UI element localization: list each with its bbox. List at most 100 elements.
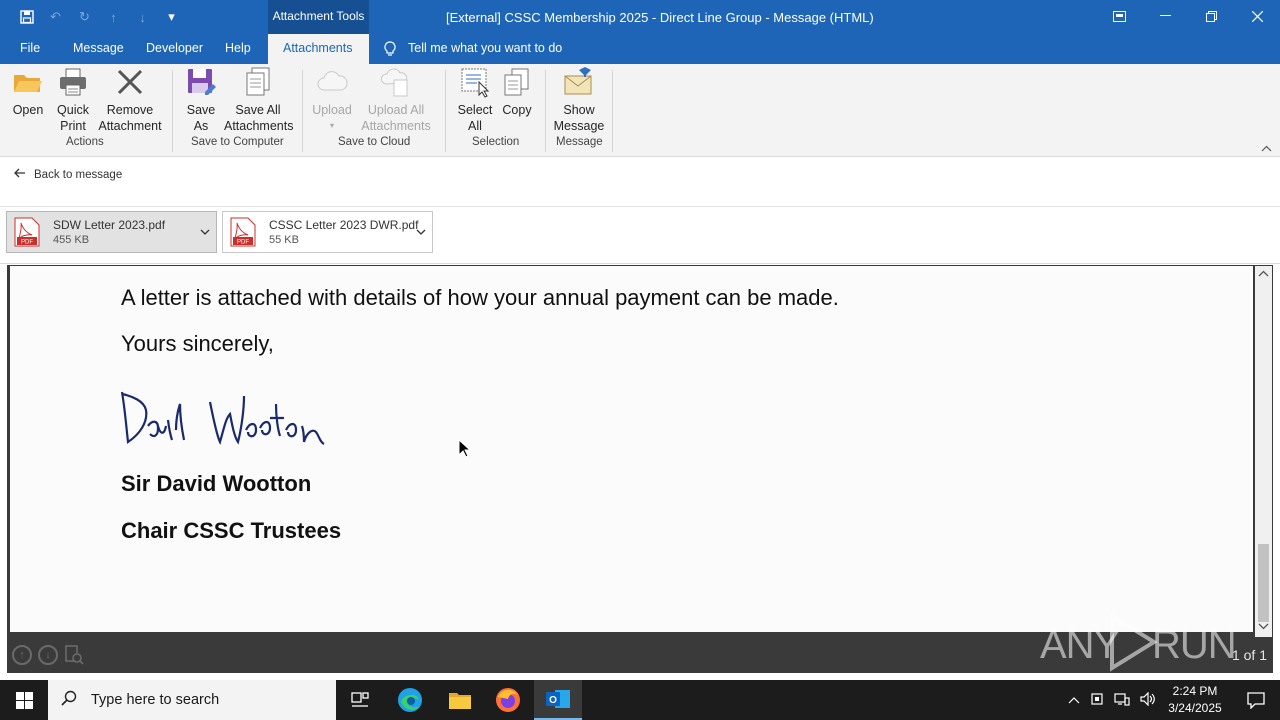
show-message-label-2: Message bbox=[553, 119, 605, 133]
previous-page-icon[interactable]: ↑ bbox=[12, 645, 32, 665]
show-hidden-icons-icon[interactable] bbox=[1068, 693, 1080, 707]
tab-file[interactable]: File bbox=[20, 34, 40, 64]
redo-icon[interactable]: ↻ bbox=[74, 7, 95, 27]
minimize-icon[interactable] bbox=[1142, 0, 1188, 32]
close-icon[interactable] bbox=[1234, 0, 1280, 32]
group-separator bbox=[302, 70, 303, 152]
quick-print-button[interactable]: Quick Print bbox=[52, 66, 94, 134]
scroll-up-icon[interactable] bbox=[1258, 269, 1269, 279]
copy-button[interactable]: Copy bbox=[500, 66, 534, 118]
quick-print-label-2: Print bbox=[60, 119, 86, 133]
open-button[interactable]: Open bbox=[6, 66, 50, 118]
signer-role: Chair CSSC Trustees bbox=[121, 518, 342, 543]
mouse-cursor-icon bbox=[458, 438, 472, 463]
upload-dropdown-icon: ▾ bbox=[329, 121, 334, 130]
ribbon-display-options-icon[interactable] bbox=[1096, 0, 1142, 32]
attachment-card[interactable]: PDF CSSC Letter 2023 DWR.pdf 55 KB bbox=[222, 211, 433, 253]
network-icon[interactable] bbox=[1114, 692, 1130, 709]
notification-center-icon[interactable] bbox=[1232, 680, 1280, 720]
attachment-name: CSSC Letter 2023 DWR.pdf bbox=[269, 218, 419, 232]
firefox-icon[interactable] bbox=[484, 680, 532, 720]
edge-browser-icon[interactable] bbox=[386, 680, 434, 720]
taskbar-search-box[interactable]: Type here to search bbox=[48, 680, 336, 720]
outlook-icon[interactable]: O bbox=[534, 680, 582, 720]
ribbon: Open Quick Print Remove Attachment Actio… bbox=[0, 64, 1280, 157]
documents-icon bbox=[242, 66, 274, 98]
ribbon-tab-bar: File Message Developer Help Attachments … bbox=[0, 34, 1280, 64]
remove-x-icon bbox=[114, 66, 146, 98]
zoom-page-icon[interactable] bbox=[64, 645, 84, 665]
group-label-save-to-computer: Save to Computer bbox=[191, 136, 284, 148]
collapse-ribbon-icon[interactable] bbox=[1261, 143, 1272, 155]
windows-start-icon[interactable] bbox=[0, 680, 48, 720]
svg-text:O: O bbox=[549, 695, 557, 706]
window-title: [External] CSSC Membership 2025 - Direct… bbox=[446, 10, 874, 25]
chevron-down-icon[interactable] bbox=[200, 224, 210, 238]
attachment-tools-context-label: Attachment Tools bbox=[268, 0, 369, 34]
quick-print-label-1: Quick bbox=[57, 103, 89, 117]
next-page-icon[interactable]: ↓ bbox=[38, 645, 58, 665]
save-all-label-1: Save All bbox=[235, 103, 281, 117]
upload-all-attachments-button[interactable]: Upload All Attachments bbox=[356, 66, 436, 134]
search-placeholder: Type here to search bbox=[91, 692, 220, 708]
undo-icon[interactable]: ↶ bbox=[45, 7, 66, 27]
save-icon[interactable] bbox=[16, 7, 37, 27]
tab-help[interactable]: Help bbox=[225, 34, 251, 64]
device-icon[interactable] bbox=[1090, 692, 1104, 709]
letter-closing: Yours sincerely, bbox=[121, 331, 274, 356]
group-separator bbox=[612, 70, 613, 152]
back-arrow-icon bbox=[14, 168, 26, 181]
svg-text:PDF: PDF bbox=[237, 240, 249, 246]
file-explorer-icon[interactable] bbox=[436, 680, 484, 720]
scrollbar-thumb[interactable] bbox=[1258, 544, 1269, 622]
back-to-message-label: Back to message bbox=[34, 168, 123, 181]
remove-attachment-label-2: Attachment bbox=[98, 119, 162, 133]
attachment-well: PDF SDW Letter 2023.pdf 455 KB PDF CSSC … bbox=[0, 207, 1280, 264]
save-all-label-2: Attachments bbox=[224, 119, 294, 133]
volume-icon[interactable] bbox=[1140, 691, 1156, 709]
show-message-button[interactable]: Show Message bbox=[552, 66, 606, 134]
back-bar: Back to message bbox=[0, 157, 1280, 207]
clock-date: 3/24/2025 bbox=[1168, 701, 1222, 715]
select-all-button[interactable]: Select All bbox=[453, 66, 497, 134]
upload-button[interactable]: Upload ▾ bbox=[310, 66, 354, 134]
attachment-size: 455 KB bbox=[53, 234, 90, 246]
save-all-attachments-button[interactable]: Save All Attachments bbox=[224, 66, 294, 134]
upload-all-label-2: Attachments bbox=[361, 119, 431, 133]
taskbar-clock[interactable]: 2:24 PM 3/24/2025 bbox=[1166, 683, 1224, 717]
tell-me-box[interactable]: Tell me what you want to do bbox=[384, 34, 562, 64]
scroll-down-icon[interactable] bbox=[1258, 622, 1269, 632]
group-separator bbox=[545, 70, 546, 152]
remove-attachment-button[interactable]: Remove Attachment bbox=[96, 66, 164, 134]
chevron-down-icon[interactable] bbox=[416, 224, 426, 238]
window-controls bbox=[1096, 0, 1280, 32]
back-to-message-link[interactable]: Back to message bbox=[14, 168, 122, 181]
quick-access-toolbar: ↶ ↻ ↑ ↓ ▾ bbox=[16, 7, 182, 27]
vertical-scrollbar[interactable] bbox=[1255, 266, 1272, 637]
anyrun-watermark-logo: ANY RUN bbox=[1040, 612, 1237, 672]
group-separator bbox=[445, 70, 446, 152]
page-count: 1 of 1 bbox=[1231, 647, 1267, 663]
save-as-label-2: As bbox=[193, 119, 209, 133]
copy-icon bbox=[501, 66, 533, 98]
signature-image bbox=[118, 384, 333, 464]
cloud-icon bbox=[316, 66, 348, 98]
select-all-label-1: Select bbox=[457, 103, 493, 117]
tab-attachments[interactable]: Attachments bbox=[268, 34, 369, 64]
attachment-card[interactable]: PDF SDW Letter 2023.pdf 455 KB bbox=[6, 211, 217, 253]
down-arrow-icon[interactable]: ↓ bbox=[132, 7, 153, 27]
group-label-message: Message bbox=[556, 136, 603, 148]
save-as-button[interactable]: Save As bbox=[180, 66, 222, 134]
pdf-icon: PDF bbox=[230, 217, 256, 247]
customize-toolbar-icon[interactable]: ▾ bbox=[161, 7, 182, 27]
up-arrow-icon[interactable]: ↑ bbox=[103, 7, 124, 27]
signer-name: Sir David Wootton bbox=[121, 471, 312, 496]
restore-icon[interactable] bbox=[1188, 0, 1234, 32]
save-as-label-1: Save bbox=[186, 103, 216, 117]
group-label-selection: Selection bbox=[472, 136, 520, 148]
title-bar: ↶ ↻ ↑ ↓ ▾ Attachment Tools [External] CS… bbox=[0, 0, 1280, 34]
tab-message[interactable]: Message bbox=[73, 34, 124, 64]
task-view-icon[interactable] bbox=[336, 680, 384, 720]
pdf-page[interactable]: A letter is attached with details of how… bbox=[10, 266, 1253, 632]
tab-developer[interactable]: Developer bbox=[146, 34, 203, 64]
